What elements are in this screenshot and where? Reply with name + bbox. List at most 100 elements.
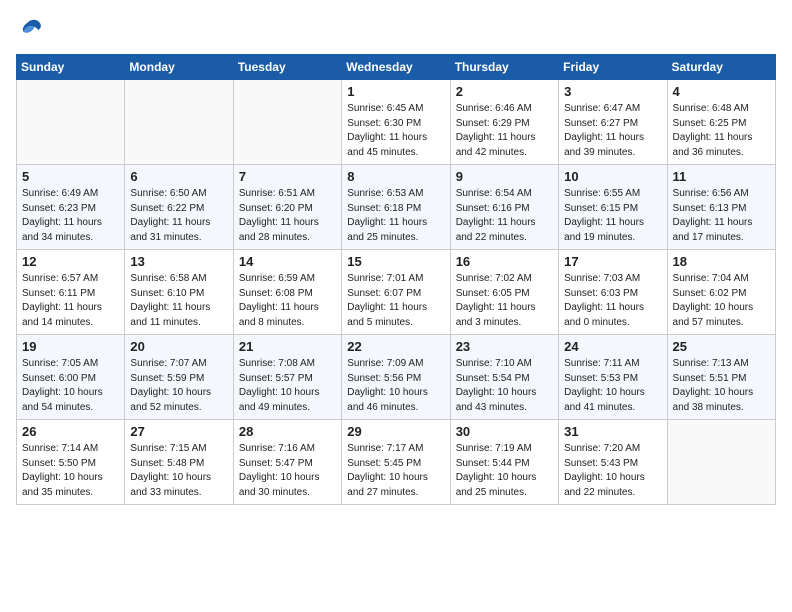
calendar-day-empty — [667, 420, 775, 505]
cell-info: Sunrise: 7:09 AM Sunset: 5:56 PM Dayligh… — [347, 357, 445, 415]
weekday-header-monday: Monday — [125, 55, 233, 80]
day-number: 14 — [239, 254, 337, 269]
calendar-day-30: 30Sunrise: 7:19 AM Sunset: 5:44 PM Dayli… — [450, 420, 558, 505]
day-number: 1 — [347, 84, 445, 99]
cell-info: Sunrise: 7:03 AM Sunset: 6:03 PM Dayligh… — [564, 272, 662, 330]
cell-info: Sunrise: 6:59 AM Sunset: 6:08 PM Dayligh… — [239, 272, 337, 330]
day-number: 4 — [673, 84, 771, 99]
day-number: 25 — [673, 339, 771, 354]
calendar-day-22: 22 Sunrise: 7:09 AM Sunset: 5:56 PM Dayli… — [342, 335, 450, 420]
calendar-day-26: 26 Sunrise: 7:14 AM Sunset: 5:50 PM Dayli… — [17, 420, 125, 505]
cell-info: Sunrise: 6:55 AM Sunset: 6:15 PM Dayligh… — [564, 187, 662, 245]
calendar-day-8: 8 Sunrise: 6:53 AM Sunset: 6:18 PM Daylig… — [342, 165, 450, 250]
cell-info: Sunrise: 7:13 AM Sunset: 5:51 PM Dayligh… — [673, 357, 771, 415]
calendar-day-empty — [125, 80, 233, 165]
weekday-header-wednesday: Wednesday — [342, 55, 450, 80]
calendar-day-12: 12 Sunrise: 6:57 AM Sunset: 6:11 PM Dayli… — [17, 250, 125, 335]
calendar-day-29: 29 Sunrise: 7:17 AM Sunset: 5:45 PM Dayli… — [342, 420, 450, 505]
cell-info: Sunrise: 6:57 AM Sunset: 6:11 PM Dayligh… — [22, 272, 120, 330]
calendar-day-7: 7 Sunrise: 6:51 AM Sunset: 6:20 PM Daylig… — [233, 165, 341, 250]
cell-info: Sunrise: 7:01 AM Sunset: 6:07 PM Dayligh… — [347, 272, 445, 330]
calendar-week-5: 26 Sunrise: 7:14 AM Sunset: 5:50 PM Dayli… — [17, 420, 776, 505]
calendar-day-2: 2 Sunrise: 6:46 AM Sunset: 6:29 PM Daylig… — [450, 80, 558, 165]
day-number: 7 — [239, 169, 337, 184]
day-number: 27 — [130, 424, 228, 439]
day-number: 19 — [22, 339, 120, 354]
calendar-day-16: 16 Sunrise: 7:02 AM Sunset: 6:05 PM Dayli… — [450, 250, 558, 335]
day-number: 31 — [564, 424, 662, 439]
calendar-day-17: 17 Sunrise: 7:03 AM Sunset: 6:03 PM Dayli… — [559, 250, 667, 335]
day-number: 20 — [130, 339, 228, 354]
day-number: 5 — [22, 169, 120, 184]
day-number: 8 — [347, 169, 445, 184]
calendar-day-14: 14 Sunrise: 6:59 AM Sunset: 6:08 PM Dayli… — [233, 250, 341, 335]
day-number: 15 — [347, 254, 445, 269]
calendar-table: SundayMondayTuesdayWednesdayThursdayFrid… — [16, 54, 776, 505]
cell-info: Sunrise: 6:53 AM Sunset: 6:18 PM Dayligh… — [347, 187, 445, 245]
cell-info: Sunrise: 6:47 AM Sunset: 6:27 PM Dayligh… — [564, 102, 662, 160]
day-number: 23 — [456, 339, 554, 354]
day-number: 6 — [130, 169, 228, 184]
day-number: 22 — [347, 339, 445, 354]
cell-info: Sunrise: 6:56 AM Sunset: 6:13 PM Dayligh… — [673, 187, 771, 245]
calendar-day-11: 11Sunrise: 6:56 AM Sunset: 6:13 PM Dayli… — [667, 165, 775, 250]
weekday-header-tuesday: Tuesday — [233, 55, 341, 80]
logo-bird-icon — [16, 16, 44, 44]
weekday-header-row: SundayMondayTuesdayWednesdayThursdayFrid… — [17, 55, 776, 80]
weekday-header-saturday: Saturday — [667, 55, 775, 80]
calendar-day-13: 13Sunrise: 6:58 AM Sunset: 6:10 PM Dayli… — [125, 250, 233, 335]
cell-info: Sunrise: 7:10 AM Sunset: 5:54 PM Dayligh… — [456, 357, 554, 415]
calendar-day-27: 27 Sunrise: 7:15 AM Sunset: 5:48 PM Dayli… — [125, 420, 233, 505]
cell-info: Sunrise: 6:50 AM Sunset: 6:22 PM Dayligh… — [130, 187, 228, 245]
calendar-week-1: 1Sunrise: 6:45 AM Sunset: 6:30 PM Daylig… — [17, 80, 776, 165]
cell-info: Sunrise: 6:48 AM Sunset: 6:25 PM Dayligh… — [673, 102, 771, 160]
day-number: 16 — [456, 254, 554, 269]
cell-info: Sunrise: 6:54 AM Sunset: 6:16 PM Dayligh… — [456, 187, 554, 245]
day-number: 18 — [673, 254, 771, 269]
calendar-day-10: 10 Sunrise: 6:55 AM Sunset: 6:15 PM Dayli… — [559, 165, 667, 250]
calendar-day-25: 25 Sunrise: 7:13 AM Sunset: 5:51 PM Dayli… — [667, 335, 775, 420]
weekday-header-sunday: Sunday — [17, 55, 125, 80]
day-number: 24 — [564, 339, 662, 354]
calendar-day-15: 15 Sunrise: 7:01 AM Sunset: 6:07 PM Dayli… — [342, 250, 450, 335]
weekday-header-thursday: Thursday — [450, 55, 558, 80]
calendar-day-9: 9 Sunrise: 6:54 AM Sunset: 6:16 PM Daylig… — [450, 165, 558, 250]
cell-info: Sunrise: 7:15 AM Sunset: 5:48 PM Dayligh… — [130, 442, 228, 500]
calendar-day-31: 31 Sunrise: 7:20 AM Sunset: 5:43 PM Dayli… — [559, 420, 667, 505]
cell-info: Sunrise: 7:11 AM Sunset: 5:53 PM Dayligh… — [564, 357, 662, 415]
calendar-week-3: 12 Sunrise: 6:57 AM Sunset: 6:11 PM Dayli… — [17, 250, 776, 335]
cell-info: Sunrise: 7:05 AM Sunset: 6:00 PM Dayligh… — [22, 357, 120, 415]
logo — [16, 16, 48, 44]
cell-info: Sunrise: 6:46 AM Sunset: 6:29 PM Dayligh… — [456, 102, 554, 160]
cell-info: Sunrise: 7:14 AM Sunset: 5:50 PM Dayligh… — [22, 442, 120, 500]
cell-info: Sunrise: 7:07 AM Sunset: 5:59 PM Dayligh… — [130, 357, 228, 415]
calendar-day-3: 3Sunrise: 6:47 AM Sunset: 6:27 PM Daylig… — [559, 80, 667, 165]
cell-info: Sunrise: 7:17 AM Sunset: 5:45 PM Dayligh… — [347, 442, 445, 500]
day-number: 13 — [130, 254, 228, 269]
calendar-day-5: 5 Sunrise: 6:49 AM Sunset: 6:23 PM Daylig… — [17, 165, 125, 250]
calendar-day-4: 4 Sunrise: 6:48 AM Sunset: 6:25 PM Daylig… — [667, 80, 775, 165]
calendar-day-empty — [233, 80, 341, 165]
calendar-week-2: 5 Sunrise: 6:49 AM Sunset: 6:23 PM Daylig… — [17, 165, 776, 250]
day-number: 9 — [456, 169, 554, 184]
day-number: 26 — [22, 424, 120, 439]
calendar-day-21: 21Sunrise: 7:08 AM Sunset: 5:57 PM Dayli… — [233, 335, 341, 420]
cell-info: Sunrise: 6:51 AM Sunset: 6:20 PM Dayligh… — [239, 187, 337, 245]
calendar-day-6: 6 Sunrise: 6:50 AM Sunset: 6:22 PM Daylig… — [125, 165, 233, 250]
page-header — [16, 16, 776, 44]
day-number: 29 — [347, 424, 445, 439]
cell-info: Sunrise: 7:04 AM Sunset: 6:02 PM Dayligh… — [673, 272, 771, 330]
calendar-day-empty — [17, 80, 125, 165]
calendar-day-24: 24 Sunrise: 7:11 AM Sunset: 5:53 PM Dayli… — [559, 335, 667, 420]
calendar-day-19: 19 Sunrise: 7:05 AM Sunset: 6:00 PM Dayli… — [17, 335, 125, 420]
day-number: 2 — [456, 84, 554, 99]
day-number: 10 — [564, 169, 662, 184]
cell-info: Sunrise: 6:49 AM Sunset: 6:23 PM Dayligh… — [22, 187, 120, 245]
day-number: 17 — [564, 254, 662, 269]
calendar-week-4: 19 Sunrise: 7:05 AM Sunset: 6:00 PM Dayli… — [17, 335, 776, 420]
day-number: 28 — [239, 424, 337, 439]
cell-info: Sunrise: 7:02 AM Sunset: 6:05 PM Dayligh… — [456, 272, 554, 330]
cell-info: Sunrise: 7:20 AM Sunset: 5:43 PM Dayligh… — [564, 442, 662, 500]
cell-info: Sunrise: 7:08 AM Sunset: 5:57 PM Dayligh… — [239, 357, 337, 415]
day-number: 12 — [22, 254, 120, 269]
